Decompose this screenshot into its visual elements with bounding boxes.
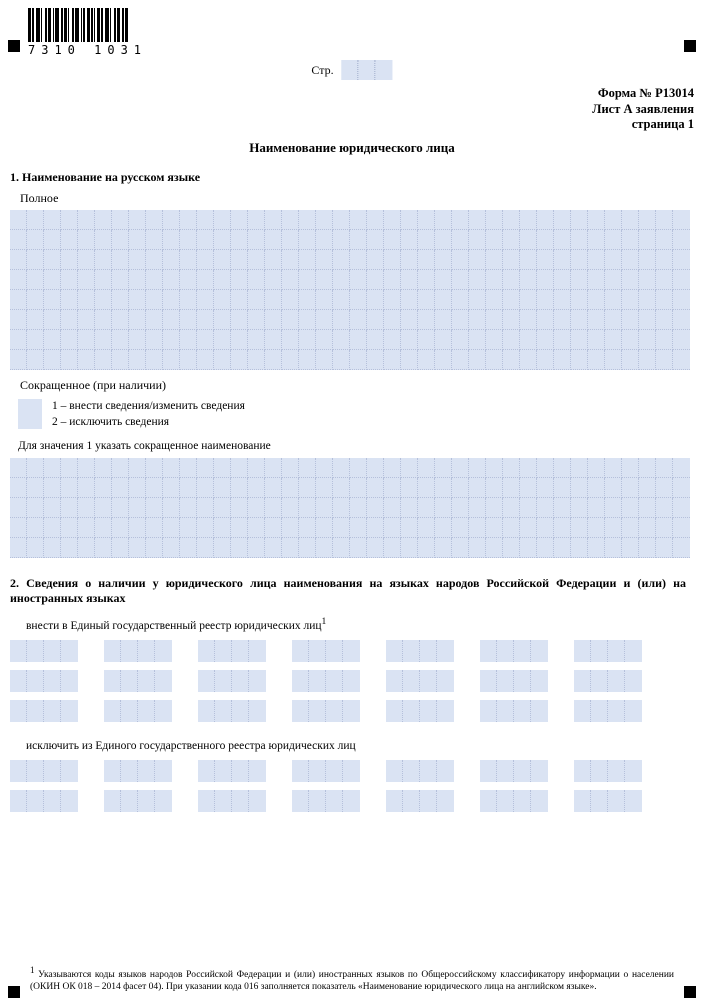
language-code-field[interactable] <box>480 760 548 782</box>
language-code-field[interactable] <box>104 760 172 782</box>
short-name-label: Сокращенное (при наличии) <box>20 378 690 393</box>
language-code-field[interactable] <box>574 640 642 662</box>
language-code-field[interactable] <box>480 640 548 662</box>
language-code-field[interactable] <box>386 790 454 812</box>
full-name-field[interactable] <box>10 210 690 370</box>
footnote: 1 Указываются коды языков народов Россий… <box>30 965 674 994</box>
footnote-text: Указываются коды языков народов Российск… <box>30 970 674 992</box>
language-code-field[interactable] <box>198 760 266 782</box>
language-code-field[interactable] <box>574 700 642 722</box>
language-code-field[interactable] <box>292 670 360 692</box>
section1-heading: 1. Наименование на русском языке <box>10 170 690 185</box>
option-2: 2 – исключить сведения <box>52 415 245 431</box>
language-code-field[interactable] <box>10 670 78 692</box>
language-code-field[interactable] <box>386 760 454 782</box>
language-code-field[interactable] <box>292 640 360 662</box>
language-code-field[interactable] <box>574 760 642 782</box>
language-code-field[interactable] <box>10 700 78 722</box>
language-code-field[interactable] <box>480 790 548 812</box>
add-label: внести в Единый государственный реестр ю… <box>26 620 322 632</box>
form-number: Форма № Р13014 <box>592 86 694 102</box>
page-title: Наименование юридического лица <box>10 140 694 156</box>
language-code-field[interactable] <box>386 640 454 662</box>
language-code-field[interactable] <box>104 790 172 812</box>
language-code-field[interactable] <box>386 670 454 692</box>
add-code-groups <box>10 640 690 730</box>
language-code-field[interactable] <box>104 670 172 692</box>
short-name-option-field[interactable] <box>18 399 42 429</box>
short-name-instruction: Для значения 1 указать сокращенное наиме… <box>18 440 690 452</box>
language-code-field[interactable] <box>574 790 642 812</box>
short-name-field[interactable] <box>10 458 690 558</box>
remove-label: исключить из Единого государственного ре… <box>26 740 690 752</box>
page-indicator: страница 1 <box>592 117 694 133</box>
page-number-field[interactable] <box>342 60 393 80</box>
option-1: 1 – внести сведения/изменить сведения <box>52 399 245 415</box>
language-code-field[interactable] <box>292 760 360 782</box>
language-code-field[interactable] <box>480 670 548 692</box>
language-code-field[interactable] <box>292 700 360 722</box>
add-footnote-ref: 1 <box>322 616 327 627</box>
option-legend: 1 – внести сведения/изменить сведения 2 … <box>52 399 245 430</box>
language-code-field[interactable] <box>104 640 172 662</box>
language-code-field[interactable] <box>104 700 172 722</box>
language-code-field[interactable] <box>198 790 266 812</box>
barcode-number: 7310 1031 <box>28 43 148 57</box>
language-code-field[interactable] <box>198 670 266 692</box>
remove-code-groups <box>10 760 690 820</box>
section2-heading: 2. Сведения о наличии у юридического лиц… <box>10 576 690 606</box>
language-code-field[interactable] <box>10 790 78 812</box>
sheet-label: Лист А заявления <box>592 102 694 118</box>
language-code-field[interactable] <box>10 640 78 662</box>
language-code-field[interactable] <box>480 700 548 722</box>
barcode-icon <box>28 8 148 42</box>
form-header: Форма № Р13014 Лист А заявления страница… <box>592 86 694 133</box>
language-code-field[interactable] <box>386 700 454 722</box>
language-code-field[interactable] <box>198 700 266 722</box>
barcode-block: 7310 1031 <box>28 8 148 57</box>
footnote-marker: 1 <box>30 965 35 975</box>
full-name-label: Полное <box>20 191 690 206</box>
language-code-field[interactable] <box>292 790 360 812</box>
language-code-field[interactable] <box>198 640 266 662</box>
page-label: Стр. <box>311 63 333 78</box>
language-code-field[interactable] <box>574 670 642 692</box>
language-code-field[interactable] <box>10 760 78 782</box>
